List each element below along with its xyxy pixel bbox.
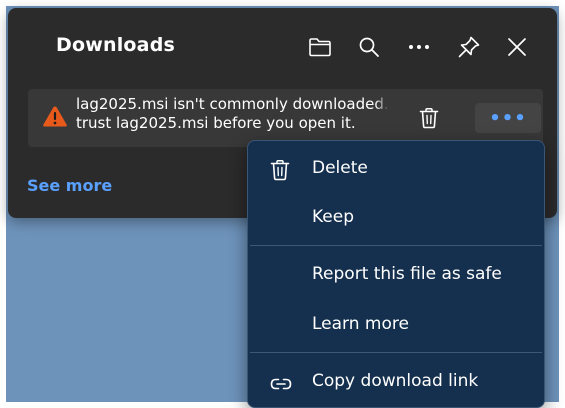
download-item[interactable]: lag2025.msi isn't commonly downloaded. M…: [28, 89, 543, 147]
pin-button[interactable]: [454, 32, 484, 62]
menu-separator: [250, 352, 542, 353]
open-folder-button[interactable]: [305, 32, 335, 62]
panel-title: Downloads: [56, 34, 176, 56]
menu-item-label: Delete: [312, 158, 368, 178]
delete-download-button[interactable]: [414, 103, 444, 133]
more-icon: [409, 45, 429, 49]
text-fade: [375, 95, 389, 133]
trash-icon: [270, 159, 290, 185]
folder-icon: [309, 38, 331, 57]
download-more-actions-button[interactable]: •••: [475, 103, 541, 133]
see-more-link[interactable]: See more: [27, 176, 112, 195]
trash-icon: [419, 108, 439, 129]
menu-item-label: Copy download link: [312, 371, 479, 391]
search-icon: [359, 37, 379, 57]
menu-item-keep[interactable]: Keep: [248, 194, 544, 242]
warning-message-line-1: lag2025.msi isn't commonly downloaded. M…: [76, 95, 389, 113]
menu-item-copy-link[interactable]: Copy download link: [248, 358, 544, 406]
pin-icon: [458, 36, 480, 58]
download-context-menu: Delete Keep Report this file as safe Lea…: [247, 140, 545, 408]
link-icon: [270, 375, 292, 394]
menu-item-report-safe[interactable]: Report this file as safe: [248, 251, 544, 299]
more-options-button[interactable]: [404, 32, 434, 62]
menu-item-label: Report this file as safe: [312, 264, 502, 284]
warning-message-line-2: trust lag2025.msi before you open it.: [76, 114, 356, 132]
menu-item-learn-more[interactable]: Learn more: [248, 301, 544, 349]
menu-item-label: Learn more: [312, 314, 409, 334]
warning-icon: [42, 105, 68, 132]
close-icon: [508, 38, 526, 56]
menu-separator: [250, 245, 542, 246]
download-warning-message: lag2025.msi isn't commonly downloaded. M…: [76, 95, 389, 133]
close-button[interactable]: [502, 32, 532, 62]
search-button[interactable]: [354, 32, 384, 62]
menu-item-delete[interactable]: Delete: [248, 145, 544, 193]
menu-item-label: Keep: [312, 207, 355, 227]
